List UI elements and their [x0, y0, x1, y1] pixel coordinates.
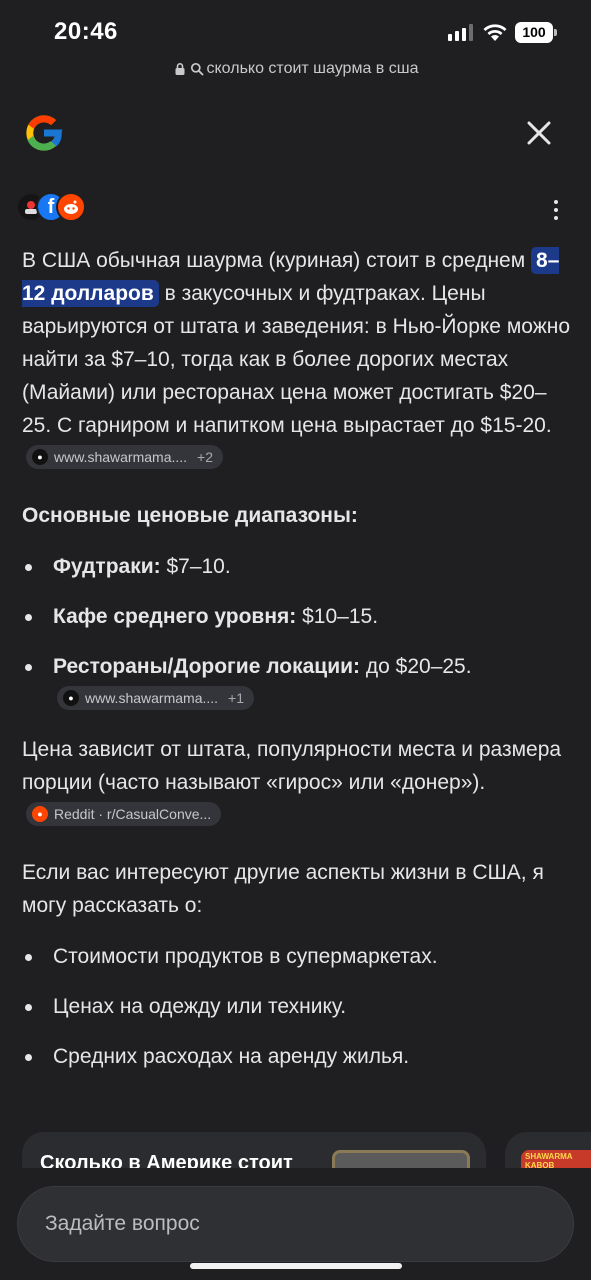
list-item: Ценах на одежду или технику. — [22, 990, 572, 1023]
battery-tip — [554, 29, 557, 36]
wifi-icon — [483, 24, 507, 41]
source-chip-reddit[interactable]: ● Reddit · r/CasualConve... — [26, 802, 222, 827]
range-label: Фудтраки: — [53, 555, 161, 578]
battery-icon: 100 — [515, 22, 553, 43]
chip-label: www.shawarmama.... — [54, 449, 188, 466]
range-label: Кафе среднего уровня: — [53, 605, 297, 628]
answer-intro: В США обычная шаурма (куриная) стоит в с… — [22, 244, 572, 475]
chip-more-count: +1 — [228, 690, 245, 707]
sources-avatars[interactable]: f — [16, 192, 90, 224]
search-icon — [190, 62, 203, 76]
followup-intro: Если вас интересуют другие аспекты жизни… — [22, 861, 544, 917]
chip-label: Reddit · r/CasualConve... — [54, 806, 212, 823]
chip-label: www.shawarmama.... — [85, 690, 219, 707]
chip-more-count: +2 — [197, 449, 214, 466]
range-value: $7–10. — [166, 555, 231, 578]
source-chip-shawarmama[interactable]: ● www.shawarmama.... +2 — [26, 445, 224, 470]
list-item: Рестораны/Дорогие локации: до $20–25. ● … — [22, 650, 572, 716]
search-query: сколько стоит шаурма в сша — [206, 60, 419, 77]
status-bar: 20:46 100 — [0, 0, 591, 56]
lock-icon — [175, 63, 184, 75]
ask-input[interactable] — [45, 1212, 573, 1236]
source-chip-shawarmama[interactable]: ● www.shawarmama.... +1 — [57, 686, 255, 711]
reddit-icon: ● — [32, 806, 48, 823]
range-value: до $20–25. — [365, 655, 472, 678]
shawarmama-logo-icon: ● — [32, 449, 48, 466]
answer-note: Цена зависит от штата, популярности мест… — [22, 733, 572, 832]
ask-field-container[interactable] — [17, 1186, 574, 1262]
list-item: Стоимости продуктов в супермаркетах. — [22, 940, 572, 973]
google-logo-icon[interactable] — [21, 110, 67, 156]
followup-list: Стоимости продуктов в супермаркетах. Цен… — [22, 940, 572, 1073]
close-icon[interactable] — [522, 116, 556, 150]
reddit-icon — [56, 192, 86, 222]
list-item: Кафе среднего уровня: $10–15. — [22, 600, 572, 633]
url-bar[interactable]: сколько стоит шаурма в сша — [0, 58, 591, 80]
range-label: Рестораны/Дорогие локации: — [53, 655, 361, 678]
list-item: Средних расходах на аренду жилья. — [22, 1040, 572, 1073]
range-value: $10–15. — [302, 605, 379, 628]
status-time: 20:46 — [54, 18, 118, 45]
note-text: Цена зависит от штата, популярности мест… — [22, 738, 562, 794]
price-ranges-list: Фудтраки: $7–10. Кафе среднего уровня: $… — [22, 550, 572, 716]
home-indicator[interactable] — [190, 1263, 402, 1269]
more-options-icon[interactable] — [545, 196, 567, 224]
section-title: Основные ценовые диапазоны: — [22, 504, 358, 527]
ai-answer: В США обычная шаурма (куриная) стоит в с… — [22, 244, 572, 1090]
list-item: Фудтраки: $7–10. — [22, 550, 572, 583]
shawarmama-logo-icon: ● — [63, 690, 79, 707]
intro-text-before: В США обычная шаурма (куриная) стоит в с… — [22, 249, 526, 272]
cellular-signal-icon — [448, 24, 473, 41]
